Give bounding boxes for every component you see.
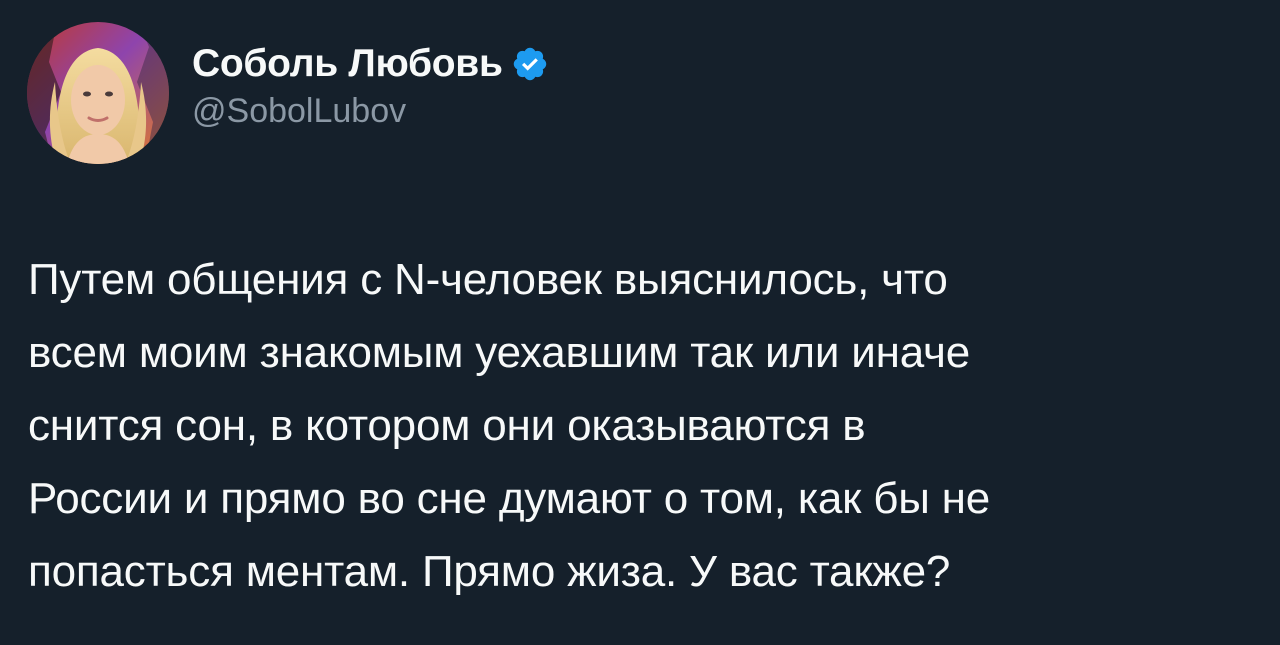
tweet-text-line: попасться ментам. Прямо жиза. У вас такж… [28,547,951,596]
name-row: Соболь Любовь [192,42,549,86]
tweet-text-line: всем моим знакомым уехавшим так или инач… [28,328,971,377]
author-names: Соболь Любовь @SobolLubov [192,42,549,131]
tweet-card: Соболь Любовь @SobolLubov Путем общения … [0,0,1280,645]
author-display-name[interactable]: Соболь Любовь [192,42,503,86]
tweet-text-line: России и прямо во сне думают о том, как … [28,474,991,523]
author-handle[interactable]: @SobolLubov [192,92,549,131]
tweet-text-line: Путем общения с N-человек выяснилось, чт… [28,255,948,304]
tweet-text-line: снится сон, в котором они оказываются в [28,401,866,450]
profile-photo [27,22,169,164]
verified-badge-icon[interactable] [511,45,549,83]
tweet-header: Соболь Любовь @SobolLubov [27,22,549,164]
tweet-text: Путем общения с N-человек выяснилось, чт… [28,243,1253,608]
author-avatar[interactable] [27,22,169,164]
